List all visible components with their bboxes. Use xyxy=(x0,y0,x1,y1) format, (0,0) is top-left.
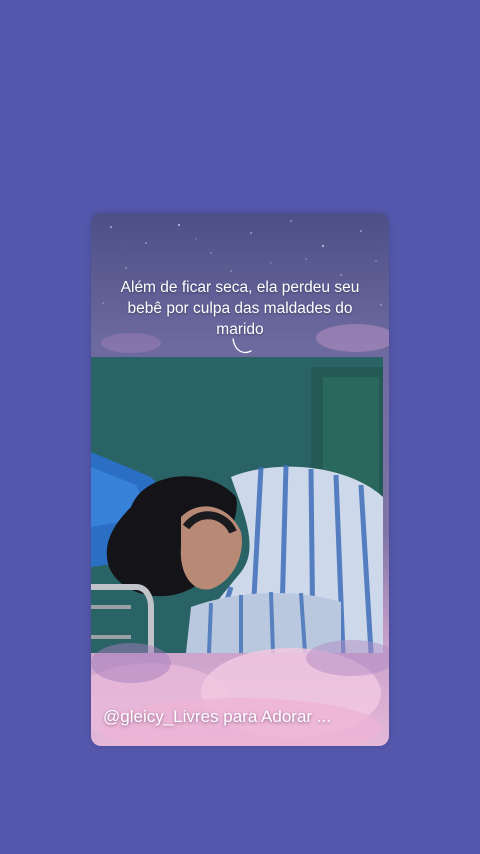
story-caption: Além de ficar seca, ela perdeu seu bebê … xyxy=(120,279,360,338)
story-username[interactable]: @gleicy_Livres para Adorar ... xyxy=(103,707,383,727)
story-card[interactable]: Além de ficar seca, ela perdeu seu bebê … xyxy=(91,213,389,746)
cloud-background xyxy=(91,640,389,746)
photo-illustration xyxy=(91,357,383,653)
caption-swoosh-icon xyxy=(232,338,252,354)
caption-area: Além de ficar seca, ela perdeu seu bebê … xyxy=(91,213,389,357)
story-photo xyxy=(91,357,383,653)
